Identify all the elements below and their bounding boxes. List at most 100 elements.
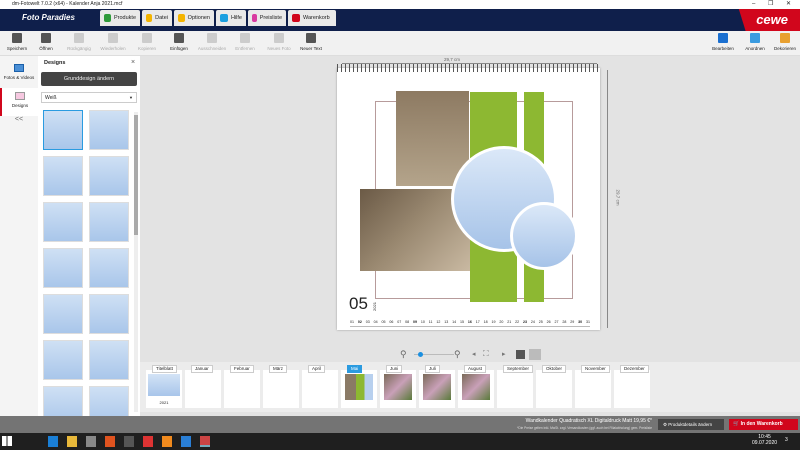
change-base-design-button[interactable]: Grunddesign ändern xyxy=(41,72,137,86)
month-label: März xyxy=(269,365,287,373)
panel-scrollbar[interactable] xyxy=(134,112,138,412)
rail-photos-videos[interactable]: Fotos & Videos xyxy=(0,60,38,88)
spiral-binding xyxy=(337,64,600,72)
explorer-icon[interactable] xyxy=(67,436,77,447)
menu-optionen[interactable]: Optionen xyxy=(174,10,214,26)
design-template[interactable] xyxy=(89,202,129,242)
rail-label: Designs xyxy=(11,103,29,108)
rail-designs[interactable]: Designs xyxy=(0,88,38,116)
product-details-button[interactable]: ⚙ Produktdetails ändern xyxy=(658,419,724,430)
toolbar-bearbeiten-button[interactable]: Bearbeiten xyxy=(706,33,740,51)
calendar-days: 01 02 03 04 05 06 07 08 09 10 11 12 13 14 15 16 17 18 19 20… xyxy=(350,320,590,324)
fotowelt-taskbar-icon[interactable] xyxy=(200,436,210,447)
design-template[interactable] xyxy=(89,248,129,288)
toolbar: Speichern Öffnen Rückgängig Wiederholen Kopi… xyxy=(0,31,800,56)
design-template[interactable] xyxy=(89,340,129,380)
zoom-slider-handle[interactable] xyxy=(418,352,423,357)
month-thumbnail-mai[interactable]: Mai xyxy=(341,365,377,408)
notifications-icon[interactable]: 3 xyxy=(785,437,788,443)
restore-button[interactable]: ❐ xyxy=(768,0,773,9)
design-template[interactable] xyxy=(43,340,83,380)
add-to-cart-button[interactable]: 🛒 In den Warenkorb xyxy=(729,419,798,430)
thumbnail-view-icon[interactable] xyxy=(529,349,541,360)
month-thumbnail-november[interactable]: November xyxy=(575,365,611,408)
month-thumbnail-januar[interactable]: Januar xyxy=(185,365,221,408)
scrollbar-thumb[interactable] xyxy=(134,115,138,235)
toolbar-entfernen-button[interactable]: Entfernen xyxy=(228,33,262,51)
toolbar-wiederholen-button[interactable]: Wiederholen xyxy=(96,33,130,51)
design-template[interactable] xyxy=(43,156,83,196)
zoom-slider[interactable] xyxy=(414,352,454,357)
month-thumbnail-april[interactable]: April xyxy=(302,365,338,408)
toolbar-ausschneiden-button[interactable]: Ausschneiden xyxy=(195,33,229,51)
zoom-in-icon[interactable]: ⚲ xyxy=(454,349,461,360)
panel-close-button[interactable]: × xyxy=(131,59,135,66)
toolbar-label: Bearbeiten xyxy=(712,46,734,51)
day-number: 19 xyxy=(491,320,496,324)
cart-icon: 🛒 xyxy=(733,421,741,427)
fit-to-screen-icon[interactable]: ⛶ xyxy=(483,349,489,359)
store-icon[interactable] xyxy=(86,436,96,447)
toolbar-rückgängig-button[interactable]: Rückgängig xyxy=(62,33,96,51)
status-bar: Wandkalender Quadratisch XL Digitaldruck… xyxy=(0,416,800,433)
day-number: 01 xyxy=(350,320,354,324)
color-select[interactable]: Weiß ▼ xyxy=(41,92,137,103)
day-number: 23 xyxy=(522,320,527,324)
app-icon[interactable] xyxy=(143,436,153,447)
edge-icon[interactable] xyxy=(48,436,58,447)
month-label: November xyxy=(581,365,610,373)
toolbar-neues-foto-button[interactable]: Neues Foto xyxy=(262,33,296,51)
minimize-button[interactable]: – xyxy=(752,0,755,9)
menu-hilfe[interactable]: Hilfe xyxy=(216,10,246,26)
toolbar-neuer-text-button[interactable]: Neuer Text xyxy=(294,33,328,51)
month-thumbnail-juni[interactable]: Juni xyxy=(380,365,416,408)
menu-preisliste[interactable]: Preisliste xyxy=(248,10,286,26)
collapse-button[interactable]: << xyxy=(0,116,38,144)
design-template[interactable] xyxy=(43,248,83,288)
toolbar-einfügen-button[interactable]: Einfügen xyxy=(162,33,196,51)
toolbar-kopieren-button[interactable]: Kopieren xyxy=(130,33,164,51)
next-page-icon[interactable]: ▸ xyxy=(502,350,506,358)
month-thumbnail-juli[interactable]: Juli xyxy=(419,365,455,408)
month-thumbnail-august[interactable]: August xyxy=(458,365,494,408)
menu-datei[interactable]: Datei xyxy=(142,10,172,26)
menu-produkte[interactable]: Produkte xyxy=(100,10,140,26)
month-thumbnail-titelblatt[interactable]: Titelblatt 2021 xyxy=(146,365,182,408)
design-template[interactable] xyxy=(89,110,129,150)
month-thumbnail-dezember[interactable]: Dezember xyxy=(614,365,650,408)
app-icon[interactable] xyxy=(181,436,191,447)
windows-start-icon[interactable] xyxy=(2,436,12,446)
firefox-icon[interactable] xyxy=(162,436,172,447)
design-template[interactable] xyxy=(43,294,83,334)
previous-page-icon[interactable]: ◂ xyxy=(472,350,476,358)
menu-warenkorb[interactable]: Warenkorb xyxy=(288,10,336,26)
toolbar-anordnen-button[interactable]: Anordnen xyxy=(738,33,772,51)
design-template[interactable] xyxy=(43,202,83,242)
close-button[interactable]: ✕ xyxy=(786,0,791,9)
design-template[interactable] xyxy=(89,294,129,334)
office-icon[interactable] xyxy=(105,436,115,447)
taskbar-apps xyxy=(48,436,218,447)
date: 09.07.2020 xyxy=(752,440,778,446)
day-number: 24 xyxy=(530,320,535,324)
design-template[interactable] xyxy=(43,110,83,150)
month-thumbnail-oktober[interactable]: Oktober xyxy=(536,365,572,408)
toolbar-label: Wiederholen xyxy=(100,46,126,51)
day-number: 21 xyxy=(507,320,512,324)
month-label: Juni xyxy=(386,365,403,373)
month-thumbnail-februar[interactable]: Februar xyxy=(224,365,260,408)
calendar-page[interactable]: 05 2021 xyxy=(337,64,600,330)
day-number: 30 xyxy=(578,320,583,324)
day-number: 22 xyxy=(515,320,520,324)
zoom-out-icon[interactable]: ⚲ xyxy=(400,349,407,360)
day-number: 10 xyxy=(420,320,425,324)
page-view-icon[interactable] xyxy=(516,350,525,359)
month-label: Februar xyxy=(230,365,254,373)
design-template[interactable] xyxy=(89,156,129,196)
month-thumbnail-märz[interactable]: März xyxy=(263,365,299,408)
photo-placeholder-circle-small[interactable] xyxy=(510,202,578,270)
toolbar-dekorieren-button[interactable]: Dekorieren xyxy=(768,33,800,51)
toolbar-öffnen-button[interactable]: Öffnen xyxy=(29,33,63,51)
month-thumbnail-september[interactable]: September xyxy=(497,365,534,408)
app-icon[interactable] xyxy=(124,436,134,447)
